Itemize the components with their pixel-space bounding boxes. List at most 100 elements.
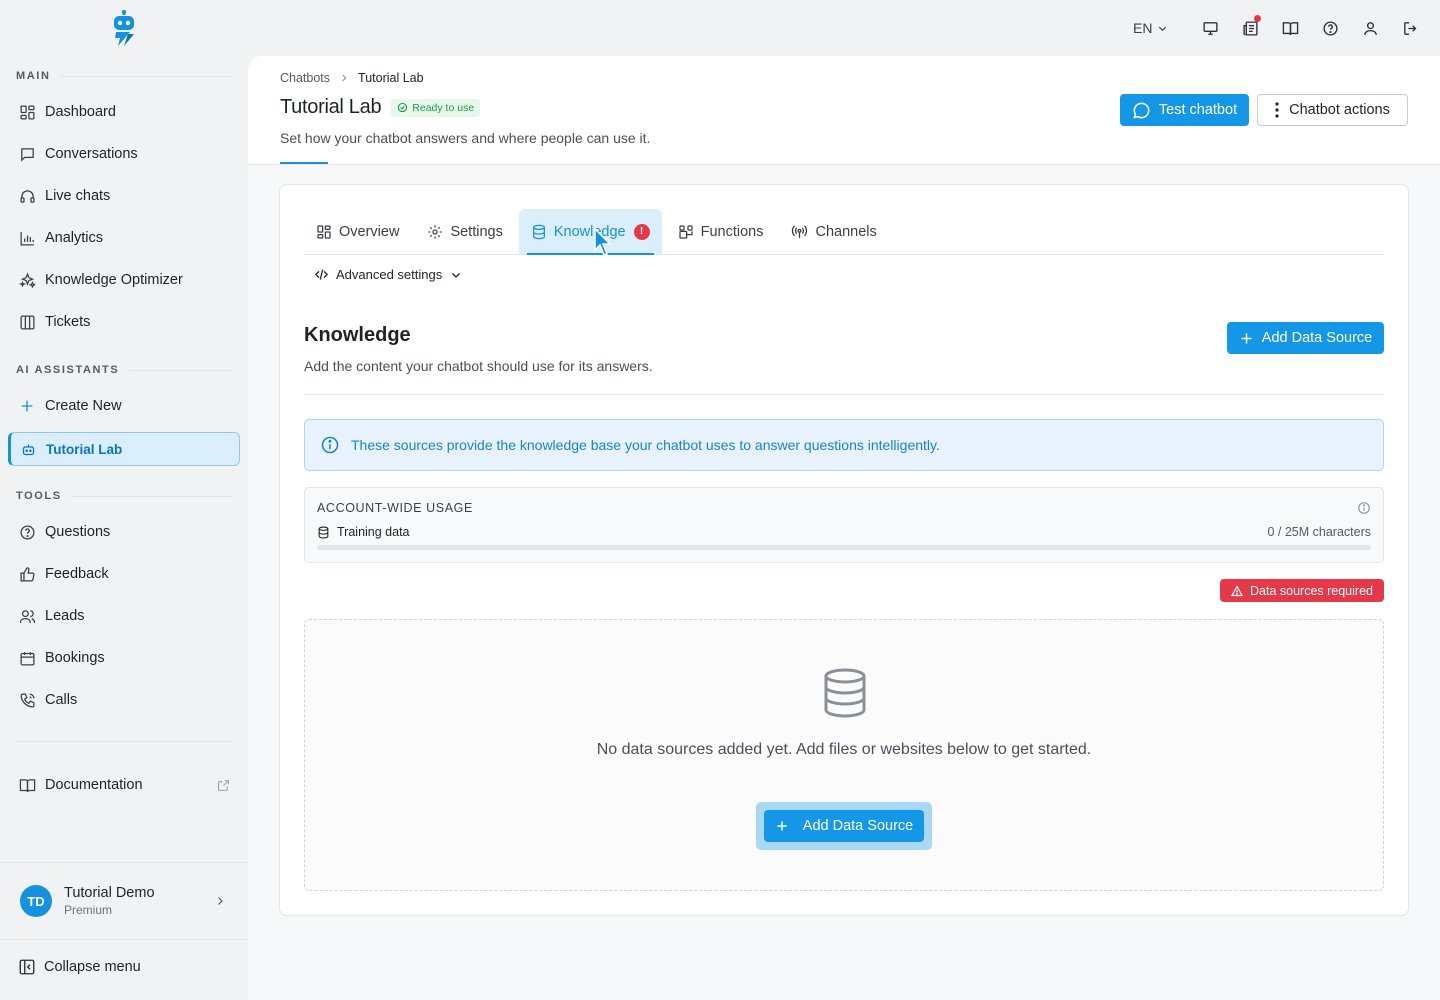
page-header: Chatbots Tutorial Lab Tutorial Lab Ready… xyxy=(248,56,1440,165)
header-accent-line xyxy=(280,162,328,164)
warning-icon xyxy=(1231,584,1250,597)
data-sources-required-badge: Data sources required xyxy=(1220,579,1384,602)
tab-overview[interactable]: Overview xyxy=(304,209,411,254)
bar-chart-icon xyxy=(17,228,37,248)
logout-icon[interactable] xyxy=(1390,14,1430,42)
info-banner: These sources provide the knowledge base… xyxy=(304,419,1384,471)
sidebar-item-documentation[interactable]: Documentation xyxy=(8,768,240,802)
tab-label: Knowledge xyxy=(553,223,626,240)
advanced-settings-toggle[interactable]: Advanced settings xyxy=(314,267,462,282)
info-icon[interactable] xyxy=(1357,501,1371,515)
user-plan: Premium xyxy=(64,903,113,917)
monitor-icon[interactable] xyxy=(1190,14,1230,42)
page-subtitle: Set how your chatbot answers and where p… xyxy=(280,130,651,146)
sidebar: MAIN Dashboard Conversations Live chats … xyxy=(0,0,248,1000)
sidebar-item-label: Create New xyxy=(45,398,122,414)
sidebar-item-label: Analytics xyxy=(45,230,104,246)
sidebar-item-label: Feedback xyxy=(45,566,109,582)
sidebar-item-label: Questions xyxy=(45,524,111,540)
sidebar-item-leads[interactable]: Leads xyxy=(8,599,240,633)
plus-icon xyxy=(17,396,37,416)
sidebar-item-live-chats[interactable]: Live chats xyxy=(8,179,240,213)
code-icon xyxy=(314,269,329,280)
calendar-icon xyxy=(17,648,37,668)
sidebar-item-label: Leads xyxy=(45,608,85,624)
chatbot-actions-button[interactable]: Chatbot actions xyxy=(1257,94,1408,126)
add-data-source-button-empty[interactable]: Add Data Source xyxy=(764,810,924,842)
add-data-source-button[interactable]: Add Data Source xyxy=(1227,322,1384,354)
chevron-right-icon xyxy=(339,73,349,83)
grid-icon xyxy=(316,224,332,240)
headset-icon xyxy=(17,186,37,206)
user-icon[interactable] xyxy=(1350,14,1390,42)
book-icon xyxy=(17,775,37,795)
language-label: EN xyxy=(1133,20,1153,36)
add-data-source-label: Add Data Source xyxy=(1261,330,1373,346)
help-icon[interactable] xyxy=(1310,14,1350,42)
news-icon[interactable] xyxy=(1230,14,1270,42)
tab-knowledge[interactable]: Knowledge ! xyxy=(518,209,662,255)
test-chatbot-label: Test chatbot xyxy=(1158,102,1238,118)
section-subtitle: Add the content your chatbot should use … xyxy=(304,358,653,374)
collapse-menu-button[interactable]: Collapse menu xyxy=(18,958,141,976)
bot-icon xyxy=(18,439,38,459)
sidebar-item-label: Tutorial Lab xyxy=(46,441,123,457)
avatar: TD xyxy=(20,885,52,917)
breadcrumb-chatbots-link[interactable]: Chatbots xyxy=(280,71,330,85)
sidebar-item-tickets[interactable]: Tickets xyxy=(8,305,240,339)
dashboard-icon xyxy=(17,102,37,122)
external-link-icon xyxy=(217,779,230,792)
language-selector[interactable]: EN xyxy=(1133,20,1168,36)
tab-functions[interactable]: Functions xyxy=(666,209,776,254)
broadcast-icon xyxy=(791,223,808,240)
chatbot-actions-label: Chatbot actions xyxy=(1289,102,1390,118)
chat-icon xyxy=(17,144,37,164)
check-circle-icon xyxy=(397,102,412,113)
sidebar-item-dashboard[interactable]: Dashboard xyxy=(8,95,240,129)
chevron-right-icon xyxy=(214,895,226,907)
tab-settings[interactable]: Settings xyxy=(415,209,514,254)
empty-state-text: No data sources added yet. Add files or … xyxy=(596,741,1092,758)
sidebar-item-knowledge-optimizer[interactable]: Knowledge Optimizer xyxy=(8,263,240,297)
usage-panel: ACCOUNT-WIDE USAGE Training data 0 / 25M… xyxy=(304,487,1384,563)
plus-icon xyxy=(775,819,803,833)
knowledge-card: Overview Settings Knowledge ! Functions … xyxy=(279,184,1409,916)
info-banner-text: These sources provide the knowledge base… xyxy=(351,437,940,453)
book-open-icon[interactable] xyxy=(1270,14,1310,42)
sidebar-item-calls[interactable]: Calls xyxy=(8,683,240,717)
sidebar-divider xyxy=(16,741,232,742)
sidebar-collapse-icon xyxy=(18,958,36,976)
add-data-source-label: Add Data Source xyxy=(802,818,914,834)
user-profile[interactable]: TD Tutorial Demo Premium xyxy=(0,862,248,940)
blocks-icon xyxy=(678,224,694,240)
status-badge: Ready to use xyxy=(391,98,481,117)
sidebar-item-label: Knowledge Optimizer xyxy=(45,272,183,288)
status-badge-label: Ready to use xyxy=(412,101,475,114)
usage-label: Training data xyxy=(337,525,410,539)
sidebar-item-analytics[interactable]: Analytics xyxy=(8,221,240,255)
users-icon xyxy=(17,606,37,626)
sidebar-item-label: Bookings xyxy=(45,650,105,666)
sidebar-item-label: Calls xyxy=(45,692,78,708)
app-logo[interactable] xyxy=(110,10,138,48)
sidebar-item-questions[interactable]: Questions xyxy=(8,515,240,549)
sparkles-icon xyxy=(17,270,37,290)
create-new-assistant-button[interactable]: Create New xyxy=(8,389,240,423)
page-title: Tutorial Lab xyxy=(280,96,382,118)
sidebar-item-feedback[interactable]: Feedback xyxy=(8,557,240,591)
test-chatbot-button[interactable]: Test chatbot xyxy=(1120,94,1249,126)
sidebar-item-bookings[interactable]: Bookings xyxy=(8,641,240,675)
user-name: Tutorial Demo xyxy=(64,885,155,901)
section-label-main: MAIN xyxy=(16,70,232,82)
sidebar-item-label: Live chats xyxy=(45,188,111,204)
tab-channels[interactable]: Channels xyxy=(779,209,888,254)
section-divider xyxy=(304,394,1384,395)
sidebar-item-conversations[interactable]: Conversations xyxy=(8,137,240,171)
sidebar-item-tutorial-lab[interactable]: Tutorial Lab xyxy=(8,432,240,466)
breadcrumb: Chatbots Tutorial Lab xyxy=(280,71,424,85)
tab-bar: Overview Settings Knowledge ! Functions … xyxy=(304,209,1384,255)
collapse-menu-label: Collapse menu xyxy=(44,959,141,975)
more-vertical-icon xyxy=(1275,102,1289,118)
sidebar-item-label: Tickets xyxy=(45,314,91,330)
chat-bubble-icon xyxy=(1132,101,1159,120)
